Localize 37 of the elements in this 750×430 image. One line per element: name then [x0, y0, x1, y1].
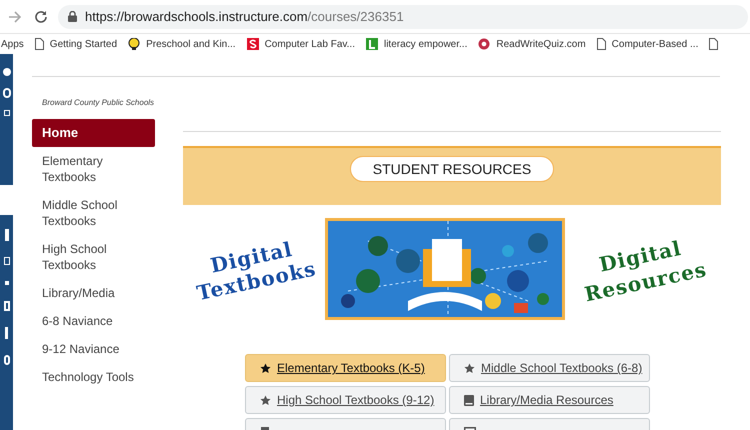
forward-arrow-icon[interactable]: [8, 10, 22, 24]
bookmark-link[interactable]: Apps: [1, 36, 24, 52]
url-text: https://browardschools.instructure.com/courses/236351: [85, 8, 404, 26]
circle-logo-icon: [478, 38, 490, 50]
course-nav-link[interactable]: Home: [32, 119, 155, 147]
course-title: Broward County Public Schools: [41, 97, 155, 109]
letter-logo-icon: [246, 38, 259, 50]
page-icon: [596, 38, 606, 50]
bookmark-link[interactable]: Computer-Based ...: [612, 36, 698, 52]
course-nav-link[interactable]: Library/Media: [32, 285, 155, 301]
book-icon: [464, 394, 474, 406]
page-icon: [709, 38, 718, 50]
course-nav-link[interactable]: High School Textbooks: [32, 241, 155, 273]
course-nav-link[interactable]: Technology Tools: [32, 369, 155, 385]
bookmark-link[interactable]: Getting Started: [50, 36, 118, 52]
link-button[interactable]: High School Textbooks (9-12): [245, 386, 446, 414]
lock-icon: [68, 11, 77, 22]
course-nav-link[interactable]: 6-8 Naviance: [32, 313, 155, 329]
reload-icon[interactable]: [34, 10, 48, 24]
page-icon: [34, 38, 44, 50]
star-icon: [464, 362, 475, 374]
course-nav-link[interactable]: 9-12 Naviance: [32, 341, 155, 357]
link-button[interactable]: Elementary Textbooks (K-5): [245, 354, 446, 382]
bookmark-link[interactable]: ReadWriteQuiz.com: [496, 36, 586, 52]
star-icon: [260, 394, 271, 406]
address-bar[interactable]: https://browardschools.instructure.com/courses/236351: [58, 4, 748, 28]
link-button[interactable]: Library/Media Resources: [449, 386, 650, 414]
course-nav-link[interactable]: Middle School Textbooks: [32, 197, 155, 229]
letter-logo-icon: [366, 38, 378, 50]
bookmark-link[interactable]: Computer Lab Fav...: [264, 36, 355, 52]
bulb-icon: [128, 38, 140, 50]
banner-title: STUDENT RESOURCES: [350, 156, 554, 182]
bookmark-link[interactable]: Preschool and Kin...: [146, 36, 236, 52]
link-button[interactable]: Middle School Textbooks (6-8): [449, 354, 650, 382]
course-nav-link[interactable]: Elementary Textbooks: [32, 153, 155, 185]
bookmark-link[interactable]: literacy empower...: [384, 36, 468, 52]
star-icon: [260, 362, 271, 374]
